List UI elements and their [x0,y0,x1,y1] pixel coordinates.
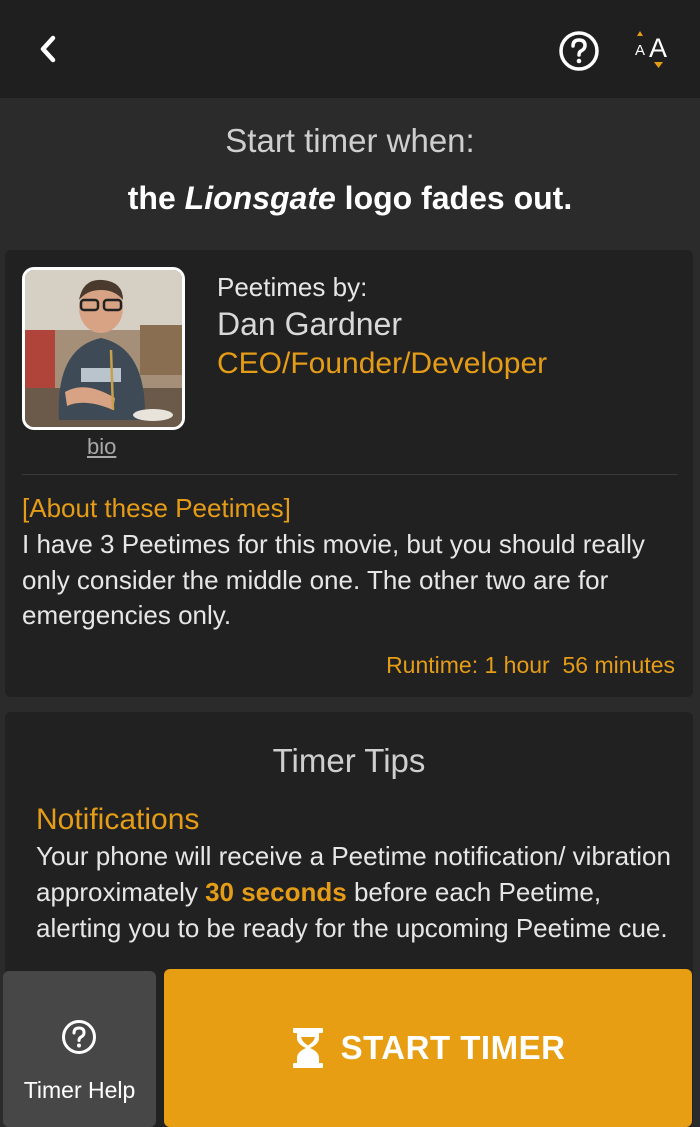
avatar[interactable] [22,267,185,430]
question-circle-icon [559,31,599,71]
notifications-highlight: 30 seconds [205,877,347,907]
runtime: Runtime: 1 hour 56 minutes [386,652,675,678]
font-size-button[interactable]: A A [628,26,678,74]
start-timer-label: START TIMER [340,1029,566,1066]
timer-help-button[interactable]: Timer Help [3,971,156,1127]
author-card: bio Peetimes by: Dan Gardner CEO/Founder… [5,250,693,697]
start-timer-heading: Start timer when: [225,122,475,159]
divider [22,474,678,475]
author-role: CEO/Founder/Developer [217,347,548,380]
question-circle-icon [61,1019,97,1055]
top-bar: A A [0,0,700,98]
chevron-left-icon [40,35,56,63]
cue-emphasis: Lionsgate [184,180,336,216]
about-title: [About these Peetimes] [22,493,291,523]
svg-text:A: A [649,33,667,63]
start-timer-button[interactable]: START TIMER [164,969,692,1127]
author-name: Dan Gardner [217,306,402,342]
author-photo [25,270,182,427]
cue-prefix: the [127,180,185,216]
cue-suffix: logo fades out. [335,180,573,216]
tips-title: Timer Tips [272,742,426,779]
timer-cue: the Lionsgate logo fades out. [0,180,700,217]
peetimes-by-label: Peetimes by: [217,272,368,302]
bio-link[interactable]: bio [87,434,116,460]
font-size-icon: A A [635,31,667,68]
about-text: I have 3 Peetimes for this movie, but yo… [22,529,645,630]
timer-help-label: Timer Help [23,1077,136,1103]
notifications-text: Your phone will receive a Peetime notifi… [36,838,676,946]
svg-text:A: A [635,42,645,59]
help-button[interactable] [556,28,602,74]
back-button[interactable] [26,24,70,74]
notifications-title: Notifications [36,803,200,836]
bottom-action-bar: Timer Help START TIMER [0,969,700,1127]
hourglass-icon [292,1028,323,1068]
